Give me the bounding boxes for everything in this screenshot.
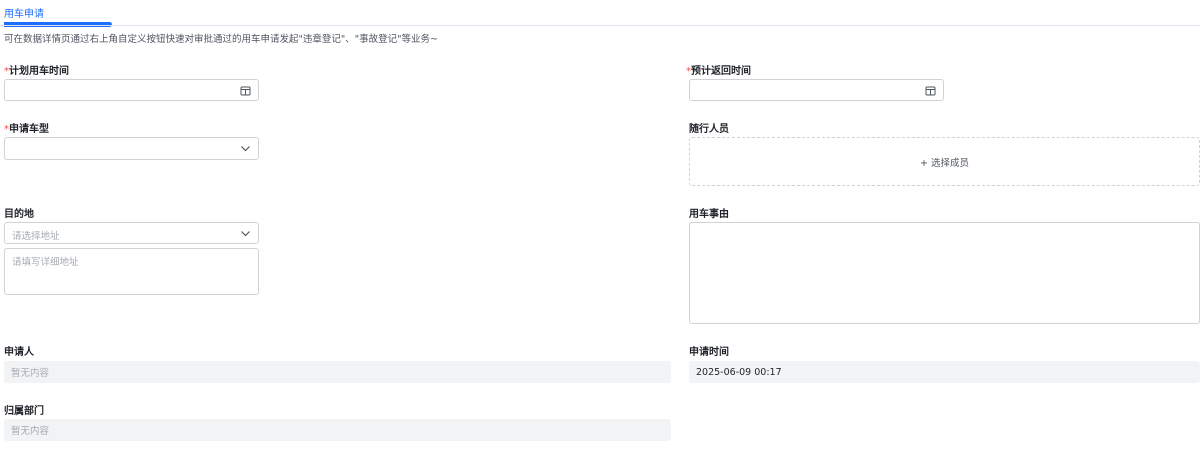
companions-label: 随行人员 [689, 124, 729, 135]
address-select[interactable]: 请选择地址 [4, 222, 259, 244]
return-time-label: *预计返回时间 [686, 66, 751, 77]
calendar-icon[interactable] [924, 84, 936, 96]
tab-title[interactable]: 用车申请 [4, 5, 44, 20]
select-members-label: + 选择成员 [920, 157, 969, 169]
destination-label: 目的地 [4, 209, 34, 220]
car-type-select[interactable] [4, 137, 259, 160]
department-label: 归属部门 [4, 406, 44, 417]
apply-time-label: 申请时间 [689, 347, 729, 358]
car-type-label: *申请车型 [4, 124, 49, 135]
plan-time-input[interactable] [4, 79, 259, 101]
chevron-down-icon[interactable] [239, 227, 251, 239]
detail-address-textarea[interactable]: 请填写详细地址 [4, 248, 259, 295]
apply-time-value: 2025-06-09 00:17 [689, 361, 1200, 383]
reason-label: 用车事由 [689, 209, 729, 220]
reason-textarea[interactable] [689, 222, 1200, 324]
department-value: 暂无内容 [4, 419, 671, 441]
select-members-button[interactable]: + 选择成员 [689, 137, 1200, 186]
applicant-label: 申请人 [4, 347, 34, 358]
return-time-input[interactable] [689, 79, 944, 101]
calendar-icon[interactable] [239, 84, 251, 96]
address-placeholder: 请选择地址 [12, 231, 60, 242]
plan-time-label: *计划用车时间 [4, 66, 69, 77]
chevron-down-icon[interactable] [239, 143, 251, 155]
applicant-value: 暂无内容 [4, 361, 671, 383]
hint-text: 可在数据详情页通过右上角自定义按钮快速对审批通过的用车申请发起"违章登记"、"事… [4, 34, 438, 45]
detail-address-placeholder: 请填写详细地址 [12, 257, 79, 268]
tab-divider [0, 25, 1200, 26]
